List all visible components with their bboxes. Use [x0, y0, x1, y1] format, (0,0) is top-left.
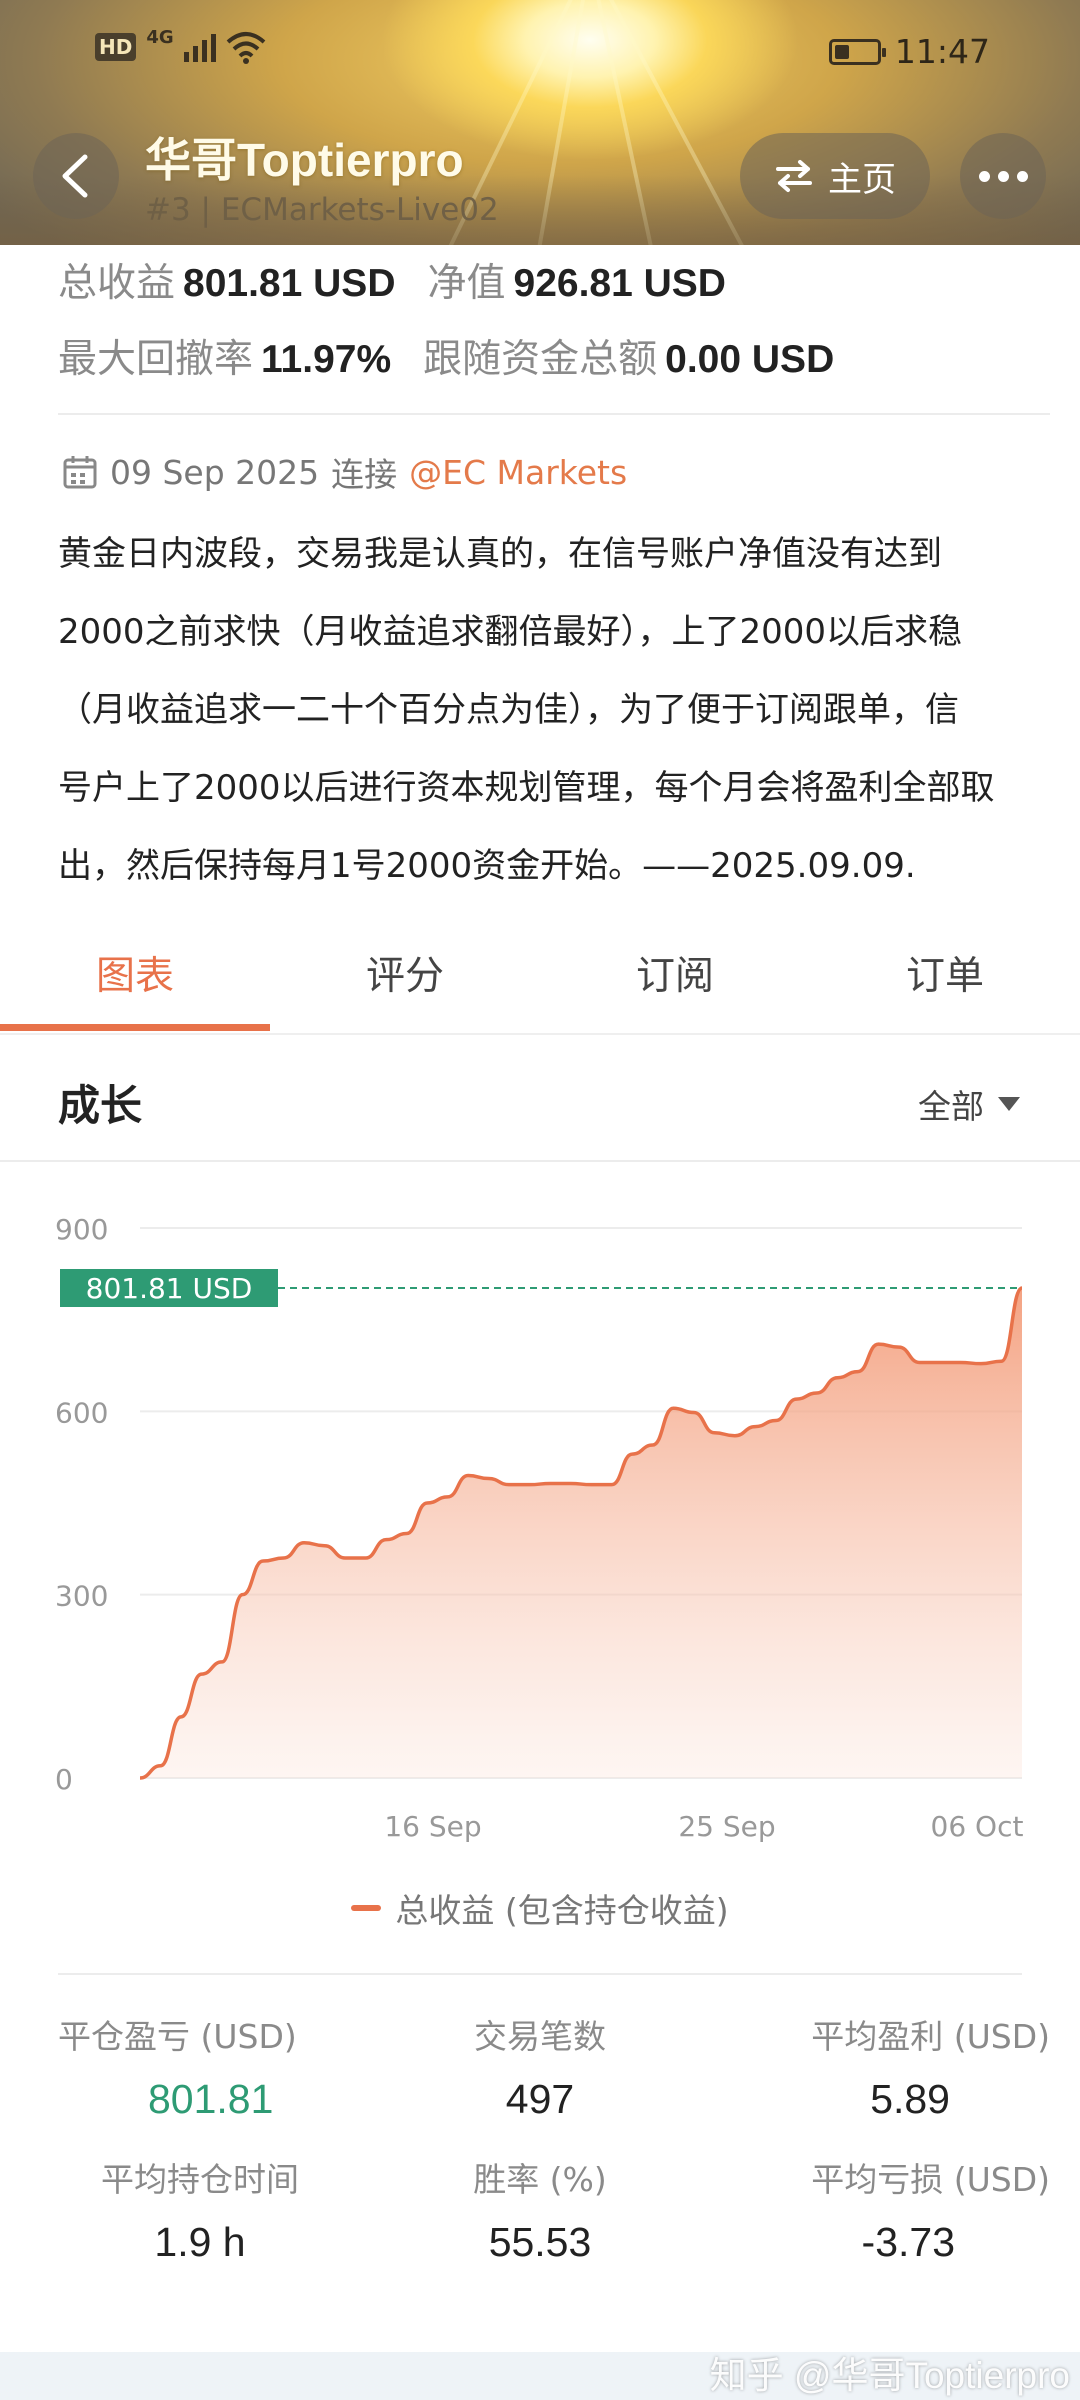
- y-tick-label: 0: [55, 1763, 73, 1796]
- description-line: 2000之前求快（月收益追求翻倍最好），上了2000以后求稳: [58, 612, 963, 652]
- follow-funds-label: 跟随资金总额: [423, 337, 658, 382]
- current-value-label: 801.81 USD: [86, 1272, 253, 1305]
- stat-trade-count: 交易笔数 497: [370, 2010, 710, 2123]
- legend-label: 总收益 (包含持仓收益): [395, 1891, 729, 1930]
- growth-title: 成长: [58, 1081, 143, 1130]
- chevron-left-icon: [62, 154, 88, 198]
- range-value: 全部: [918, 1087, 984, 1126]
- hd-badge: HD: [95, 33, 137, 61]
- broker-link[interactable]: @EC Markets: [409, 453, 627, 492]
- tab-bar: 图表 评分 订阅 订单: [0, 935, 1080, 1035]
- total-profit-value: 801.81 USD: [183, 262, 396, 305]
- stat-label: 平均盈利 (USD): [811, 2017, 1050, 2056]
- tab-orders[interactable]: 订单: [810, 935, 1080, 1035]
- connect-date: 09 Sep 2025: [110, 452, 320, 492]
- watermark: 知乎 @华哥Toptierpro: [709, 2355, 1070, 2396]
- stat-label: 平仓盈亏 (USD): [58, 2017, 297, 2056]
- stat-value: 497: [505, 2076, 575, 2122]
- max-drawdown-label: 最大回撤率: [58, 337, 254, 382]
- account-summary: 总收益 801.81 USD 净值 926.81 USD 最大回撤率 11.97…: [58, 252, 1048, 404]
- calendar-icon: [63, 456, 97, 489]
- divider: [58, 1973, 1022, 1975]
- tab-subscribe[interactable]: 订阅: [540, 935, 810, 1035]
- connection-info: 09 Sep 2025 连接 @EC Markets: [62, 448, 627, 496]
- signal-icon: [183, 32, 216, 62]
- stat-label: 交易笔数: [474, 2017, 606, 2056]
- triangle-down-icon: [998, 1097, 1020, 1111]
- total-profit-label: 总收益: [58, 261, 176, 306]
- y-tick-label: 300: [55, 1580, 108, 1613]
- chart-legend: 总收益 (包含持仓收益): [0, 1884, 1080, 1932]
- stat-win-rate: 胜率 (%) 55.53: [370, 2153, 710, 2266]
- network-label: 4G: [146, 26, 174, 48]
- back-button[interactable]: [33, 133, 119, 219]
- profile-header: HD 4G 11:47 华哥Toptierpro #3 | ECMarkets-…: [0, 0, 1080, 245]
- description-line: 黄金日内波段，交易我是认真的，在信号账户净值没有达到: [58, 534, 942, 574]
- connect-word: 连接: [331, 455, 398, 494]
- stat-value: 1.9 h: [154, 2219, 246, 2265]
- home-button-label: 主页: [828, 159, 896, 200]
- follow-funds-value: 0.00 USD: [665, 338, 835, 381]
- description-line: 出，然后保持每月1号2000资金开始。——2025.09.09.: [58, 846, 916, 886]
- growth-chart-svg: 900 600 300 0 16 Sep 25 Sep 06 Oct 801.81 USD: [55, 1213, 1024, 1843]
- battery-icon: [828, 38, 886, 65]
- stat-avg-hold-time: 平均持仓时间 1.9 h: [30, 2153, 370, 2266]
- stat-avg-profit: 平均盈利 (USD) 5.89: [710, 2010, 1050, 2123]
- divider: [0, 1160, 1080, 1162]
- divider: [0, 1033, 1080, 1035]
- growth-area: [140, 1288, 1022, 1778]
- stat-avg-loss: 平均亏损 (USD) -3.73: [710, 2153, 1050, 2266]
- swap-icon: [776, 160, 812, 192]
- stat-label: 平均亏损 (USD): [811, 2160, 1050, 2199]
- wifi-icon: [226, 32, 265, 64]
- stat-label: 胜率 (%): [473, 2160, 607, 2199]
- stat-value: 5.89: [870, 2076, 950, 2122]
- clock: 11:47: [894, 32, 990, 71]
- status-bar: HD 4G 11:47: [0, 0, 1080, 105]
- equity-label: 净值: [427, 261, 506, 306]
- description-line: （月收益追求一二十个百分点为佳），为了便于订阅跟单，信: [58, 690, 959, 730]
- tab-rating[interactable]: 评分: [270, 935, 540, 1035]
- stat-value: 55.53: [488, 2219, 592, 2265]
- equity-value: 926.81 USD: [513, 262, 726, 305]
- stat-value: 801.81: [148, 2076, 274, 2122]
- stat-closed-pnl: 平仓盈亏 (USD) 801.81: [30, 2010, 370, 2123]
- growth-chart: 900 600 300 0 16 Sep 25 Sep 06 Oct 801.81 USD: [0, 1170, 1080, 1950]
- home-button[interactable]: 主页: [740, 133, 930, 219]
- y-tick-label: 600: [55, 1396, 108, 1429]
- x-tick-label: 16 Sep: [384, 1810, 481, 1843]
- strategy-description: 黄金日内波段，交易我是认真的，在信号账户净值没有达到 2000之前求快（月收益追…: [58, 515, 1048, 905]
- tab-chart[interactable]: 图表: [0, 935, 270, 1035]
- description-line: 号户上了2000以后进行资本规划管理，每个月会将盈利全部取: [58, 768, 995, 808]
- x-tick-label: 25 Sep: [678, 1810, 775, 1843]
- divider: [58, 413, 1050, 415]
- max-drawdown-value: 11.97%: [261, 338, 392, 381]
- trader-name: 华哥Toptierpro: [145, 134, 464, 186]
- x-tick-label: 06 Oct: [931, 1810, 1024, 1843]
- stats-grid: 平仓盈亏 (USD) 801.81 交易笔数 497 平均盈利 (USD) 5.…: [30, 2010, 1050, 2266]
- stat-label: 平均持仓时间: [101, 2160, 299, 2199]
- y-tick-label: 900: [55, 1213, 108, 1246]
- stat-value: -3.73: [861, 2219, 955, 2265]
- range-dropdown[interactable]: 全部: [918, 1080, 1020, 1128]
- account-subtitle: #3 | ECMarkets-Live02: [145, 192, 499, 228]
- more-options-button[interactable]: [960, 133, 1046, 219]
- legend-swatch: [351, 1905, 382, 1911]
